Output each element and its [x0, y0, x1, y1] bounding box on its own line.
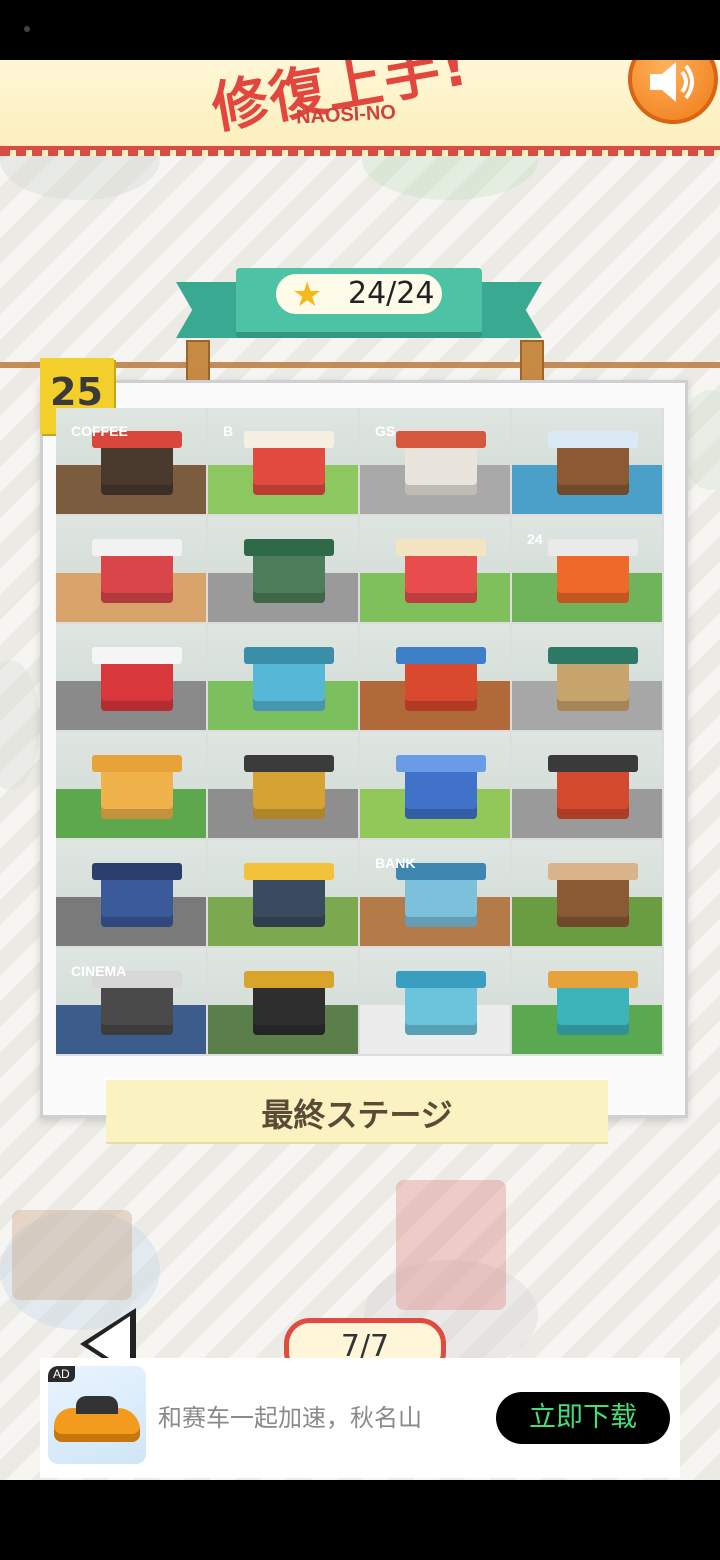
tile-sign: COFFEE	[71, 422, 128, 439]
level-tile-toy-factory[interactable]	[512, 948, 662, 1054]
level-tile-power-station[interactable]	[208, 624, 358, 730]
tile-sign: GS	[375, 422, 396, 439]
tile-roof	[244, 539, 334, 557]
tile-building	[253, 768, 325, 819]
tile-sign: 24	[527, 530, 543, 547]
tile-roof	[244, 971, 334, 989]
level-tile-sushi-bar[interactable]	[512, 840, 662, 946]
level-tile-burger-shop[interactable]: B	[208, 408, 358, 514]
tile-building	[557, 768, 629, 819]
tile-roof	[244, 755, 334, 773]
tile-building	[253, 552, 325, 603]
status-dot	[24, 26, 30, 32]
tile-building	[101, 768, 173, 819]
star-icon: ★	[292, 275, 323, 315]
tile-building	[557, 552, 629, 603]
tile-building	[253, 984, 325, 1035]
level-tile-cinema[interactable]: CINEMA	[56, 948, 206, 1054]
bg-building	[396, 1180, 506, 1310]
level-tile-circus[interactable]	[360, 516, 510, 622]
tile-building	[405, 444, 477, 495]
level-tile-bbq-restaurant[interactable]	[512, 732, 662, 838]
tile-building	[253, 876, 325, 927]
tile-building	[253, 444, 325, 495]
tile-sign: B	[223, 422, 234, 439]
level-tile-christmas-cabin[interactable]	[512, 408, 662, 514]
tile-roof	[548, 539, 638, 557]
tile-roof	[92, 647, 182, 665]
level-grid[interactable]: COFFEE B GS 24 BANK CINEMA	[56, 408, 664, 1056]
stage-banner: 最終ステージ	[106, 1078, 608, 1142]
tile-building	[405, 984, 477, 1035]
star-count: 24/24	[348, 276, 435, 311]
tile-building	[405, 660, 477, 711]
bg-building	[12, 1210, 132, 1300]
tile-building	[557, 660, 629, 711]
tile-building	[557, 876, 629, 927]
tile-roof	[396, 539, 486, 557]
level-tile-bank[interactable]: BANK	[360, 840, 510, 946]
tile-roof	[548, 647, 638, 665]
speaker-icon	[650, 62, 694, 102]
tile-building	[101, 660, 173, 711]
status-bar	[0, 0, 720, 60]
tile-building	[557, 984, 629, 1035]
level-tile-convenience-store[interactable]: 24	[512, 516, 662, 622]
level-tile-aquarium[interactable]	[360, 948, 510, 1054]
level-tile-post-office[interactable]	[56, 624, 206, 730]
tile-building	[101, 552, 173, 603]
tile-roof	[396, 971, 486, 989]
level-tile-night-market[interactable]	[360, 624, 510, 730]
level-tile-police-station[interactable]	[56, 840, 206, 946]
system-nav-bar	[0, 1480, 720, 1560]
level-tile-bakery[interactable]	[56, 732, 206, 838]
level-tile-ramen-stall[interactable]	[512, 624, 662, 730]
tile-sign: CINEMA	[71, 962, 127, 979]
tile-roof	[548, 863, 638, 881]
tile-roof	[396, 755, 486, 773]
game-subtitle: NAOSI-NO	[295, 101, 397, 129]
tile-building	[405, 768, 477, 819]
header-bar: 修復上手! NAOSI-NO	[0, 60, 720, 156]
tile-roof	[92, 755, 182, 773]
tile-roof	[244, 647, 334, 665]
download-button[interactable]: 立即下载	[496, 1392, 670, 1444]
tile-roof	[92, 539, 182, 557]
tile-roof	[244, 431, 334, 449]
game-title: 修復上手!	[207, 60, 475, 142]
ad-text: 和赛车一起加速，秋名山	[158, 1404, 422, 1432]
bg-island	[0, 660, 40, 790]
level-tile-bird-farm[interactable]	[208, 840, 358, 946]
tile-building	[101, 444, 173, 495]
level-tile-egg-farm[interactable]	[360, 732, 510, 838]
race-car-icon	[54, 1396, 140, 1442]
tile-roof	[92, 863, 182, 881]
level-tile-arcade[interactable]	[56, 516, 206, 622]
tile-building	[405, 552, 477, 603]
tile-building	[557, 444, 629, 495]
tile-roof	[548, 755, 638, 773]
sound-button[interactable]	[628, 60, 718, 124]
tile-sign: BANK	[375, 854, 416, 871]
tile-roof	[396, 431, 486, 449]
level-tile-beer-house[interactable]	[208, 732, 358, 838]
level-tile-gas-station[interactable]: GS	[360, 408, 510, 514]
level-tile-coffee-shop[interactable]: COFFEE	[56, 408, 206, 514]
ad-thumbnail[interactable]: AD	[48, 1366, 146, 1464]
ad-banner[interactable]: AD 和赛车一起加速，秋名山 立即下载	[40, 1358, 680, 1478]
tile-roof	[548, 971, 638, 989]
level-tile-flower-shop[interactable]	[208, 516, 358, 622]
stage-name: 最終ステージ	[261, 1096, 453, 1134]
tile-roof	[548, 431, 638, 449]
tile-building	[405, 876, 477, 927]
tile-roof	[244, 863, 334, 881]
tile-building	[253, 660, 325, 711]
tile-building	[101, 984, 173, 1035]
tile-roof	[396, 647, 486, 665]
level-tile-record-shop[interactable]	[208, 948, 358, 1054]
game-screen: 修復上手! NAOSI-NO ★ 24/24 25 COFFEE B GS 24 BAN…	[0, 60, 720, 1480]
tile-building	[101, 876, 173, 927]
ad-tag: AD	[48, 1366, 75, 1382]
